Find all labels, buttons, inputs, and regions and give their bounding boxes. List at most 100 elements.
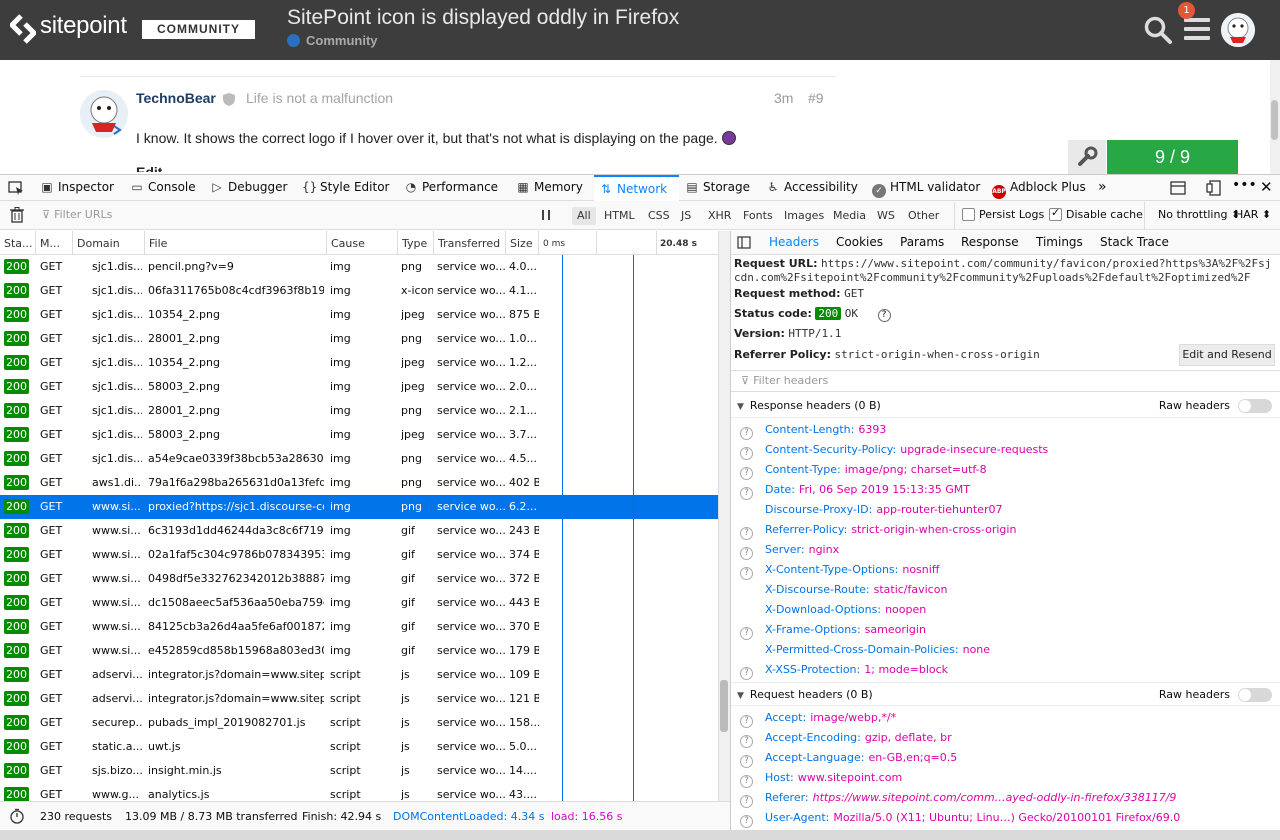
post-number[interactable]: #9 — [808, 90, 824, 106]
header-help-icon[interactable]: ? — [740, 487, 753, 500]
header-row[interactable]: ? Accept-Encoding: gzip, deflate, br — [740, 728, 952, 748]
topic-category[interactable]: Community — [287, 33, 378, 48]
table-row[interactable]: 200 GET sjc1.dis... 28001_2.png img png servic… — [0, 399, 718, 423]
header-help-icon[interactable]: ? — [740, 427, 753, 440]
filter-type-media[interactable]: Media — [828, 207, 871, 225]
table-row[interactable]: 200 GET www.si... proxied?https://sjc1.disc… — [0, 495, 718, 519]
header-help-icon[interactable]: ? — [740, 755, 753, 768]
header-row[interactable]: ? Content-Length: 6393 — [740, 420, 886, 440]
filter-type-html[interactable]: HTML — [599, 207, 640, 225]
table-row[interactable]: 200 GET www.si... e452859cd858b15968a803ed3… — [0, 639, 718, 663]
header-help-icon[interactable]: ? — [740, 447, 753, 460]
table-row[interactable]: 200 GET securep... pubads_impl_2019082701.j… — [0, 711, 718, 735]
filter-urls-input[interactable]: ⊽ Filter URLs — [36, 204, 526, 226]
filter-type-all[interactable]: All — [572, 207, 596, 225]
header-row[interactable]: ?X-Permitted-Cross-Domain-Policies:none — [740, 640, 990, 660]
header-row[interactable]: ?Discourse-Proxy-ID:app-router-tiehunter… — [740, 500, 1003, 520]
filter-type-other[interactable]: Other — [903, 207, 944, 225]
col-cause[interactable]: Cause — [331, 237, 365, 250]
table-row[interactable]: 200 GET www.si... 6c3193d1dd46244da3c8c6f71… — [0, 519, 718, 543]
header-row[interactable]: ? X-Content-Type-Options: nosniff — [740, 560, 939, 580]
header-row[interactable]: ? Content-Security-Policy: upgrade-insecur… — [740, 440, 1048, 460]
header-row[interactable]: ? Accept: image/webp,*/* — [740, 708, 896, 728]
table-row[interactable]: 200 GET sjc1.dis... 28001_2.png img png servic… — [0, 327, 718, 351]
tab-console[interactable]: ▭ Console — [130, 175, 195, 201]
search-icon[interactable] — [1143, 15, 1173, 45]
tab-network[interactable]: ⇅ Network — [594, 175, 679, 201]
col-method[interactable]: M... — [40, 237, 60, 250]
response-headers-section[interactable]: ▼ Response headers (0 B) Raw headers — [731, 394, 1280, 418]
performance-analysis-stopwatch-icon[interactable] — [9, 808, 25, 824]
header-help-icon[interactable]: ? — [740, 795, 753, 808]
header-row[interactable]: ? Accept-Language: en-GB,en;q=0.5 — [740, 748, 957, 768]
table-row[interactable]: 200 GET sjc1.dis... 10354_2.png img jpeg servi… — [0, 351, 718, 375]
post-time[interactable]: 3m — [774, 90, 793, 106]
table-row[interactable]: 200 GET sjc1.dis... 06fa311765b08c4cdf3963f… — [0, 279, 718, 303]
filter-type-xhr[interactable]: XHR — [703, 207, 736, 225]
tab-html-validator[interactable]: ✓ HTML validator — [872, 175, 980, 201]
table-row[interactable]: 200 GET sjs.bizo... insight.min.js script js s… — [0, 759, 718, 783]
header-row[interactable]: ? Referer: https://www.sitepoint.com/comm…… — [740, 788, 1176, 808]
table-row[interactable]: 200 GET aws1.di... 79a1f6a298ba265631d0a13f… — [0, 471, 718, 495]
filter-type-images[interactable]: Images — [779, 207, 829, 225]
toggle-sidebar-icon[interactable] — [737, 236, 751, 249]
har-menu[interactable]: HAR ⬍ — [1235, 208, 1271, 221]
header-help-icon[interactable]: ? — [740, 527, 753, 540]
table-row[interactable]: 200 GET www.si... 02a1faf5c304c9786b0783439… — [0, 543, 718, 567]
header-help-icon[interactable]: ? — [740, 815, 753, 828]
header-row[interactable]: ?X-Download-Options:noopen — [740, 600, 926, 620]
header-row[interactable]: ? Host: www.sitepoint.com — [740, 768, 902, 788]
tab-debugger[interactable]: ▷ Debugger — [210, 175, 287, 201]
col-status[interactable]: Sta... — [4, 237, 33, 250]
post-username[interactable]: TechnoBear — [136, 90, 216, 106]
details-tab-response[interactable]: Response — [961, 235, 1019, 249]
table-row[interactable]: 200 GET www.si... 0498df5e332762342012b3888… — [0, 567, 718, 591]
current-user-avatar[interactable] — [1221, 13, 1255, 47]
community-badge[interactable]: COMMUNITY — [142, 20, 255, 39]
tab-accessibility[interactable]: ♿ Accessibility — [766, 175, 858, 201]
close-devtools-icon[interactable]: ✕ — [1260, 175, 1273, 201]
tab-storage[interactable]: ▤ Storage — [685, 175, 750, 201]
col-transferred[interactable]: Transferred — [438, 237, 500, 250]
sitepoint-logo-icon[interactable] — [10, 14, 36, 44]
split-console-icon[interactable] — [1170, 181, 1186, 195]
details-tab-headers[interactable]: Headers — [769, 235, 819, 249]
table-row[interactable]: 200 GET adservi... integrator.js?domain=www… — [0, 687, 718, 711]
tab-performance[interactable]: ◔ Performance — [404, 175, 498, 201]
request-headers-section[interactable]: ▼ Request headers (0 B) Raw headers — [731, 682, 1280, 706]
topic-timeline-progress[interactable]: 9 / 9 — [1107, 140, 1238, 174]
details-tab-params[interactable]: Params — [900, 235, 944, 249]
header-help-icon[interactable]: ? — [740, 467, 753, 480]
filter-type-ws[interactable]: WS — [872, 207, 900, 225]
request-url-value-continued[interactable]: cdn.com%2Fsitepoint%2Fcommunity%2Fcommun… — [734, 271, 1251, 284]
table-row[interactable]: 200 GET www.si... dc1508aeec5af536aa50eba75… — [0, 591, 718, 615]
admin-wrench-button[interactable] — [1068, 140, 1106, 174]
table-row[interactable]: 200 GET sjc1.dis... pencil.png?v=9 img png ser… — [0, 255, 718, 279]
tab-style-editor[interactable]: {} Style Editor — [302, 175, 389, 201]
header-row[interactable]: ? Date: Fri, 06 Sep 2019 15:13:35 GMT — [740, 480, 970, 500]
persist-logs-checkbox[interactable]: Persist Logs — [962, 208, 1044, 221]
col-type[interactable]: Type — [402, 237, 427, 250]
hamburger-menu-icon[interactable] — [1184, 17, 1210, 41]
request-table-scrollbar-thumb[interactable] — [720, 680, 728, 732]
disable-cache-checkbox[interactable]: Disable cache — [1049, 206, 1143, 221]
table-row[interactable]: 200 GET adservi... integrator.js?domain=www… — [0, 663, 718, 687]
header-help-icon[interactable]: ? — [740, 667, 753, 680]
col-file[interactable]: File — [149, 237, 167, 250]
header-row[interactable]: ? Server: nginx — [740, 540, 839, 560]
clear-log-trash-icon[interactable] — [10, 207, 24, 223]
status-help-icon[interactable]: ? — [877, 309, 891, 322]
notification-badge[interactable]: 1 — [1178, 2, 1195, 19]
tab-adblock-plus[interactable]: ABP Adblock Plus — [992, 175, 1086, 201]
header-row[interactable]: ?X-Discourse-Route:static/favicon — [740, 580, 947, 600]
filter-type-fonts[interactable]: Fonts — [738, 207, 778, 225]
request-url-value[interactable]: https://www.sitepoint.com/community/favi… — [821, 257, 1271, 270]
table-row[interactable]: 200 GET sjc1.dis... 10354_2.png img jpeg servi… — [0, 303, 718, 327]
tab-inspector[interactable]: ▣ Inspector — [40, 175, 114, 201]
dock-toggle-icon[interactable] — [1206, 180, 1222, 196]
header-row[interactable]: ? X-Frame-Options: sameorigin — [740, 620, 926, 640]
col-domain[interactable]: Domain — [77, 237, 120, 250]
header-help-icon[interactable]: ? — [740, 735, 753, 748]
throttling-select[interactable]: No throttling ⬍ — [1158, 208, 1240, 221]
details-tab-timings[interactable]: Timings — [1036, 235, 1083, 249]
